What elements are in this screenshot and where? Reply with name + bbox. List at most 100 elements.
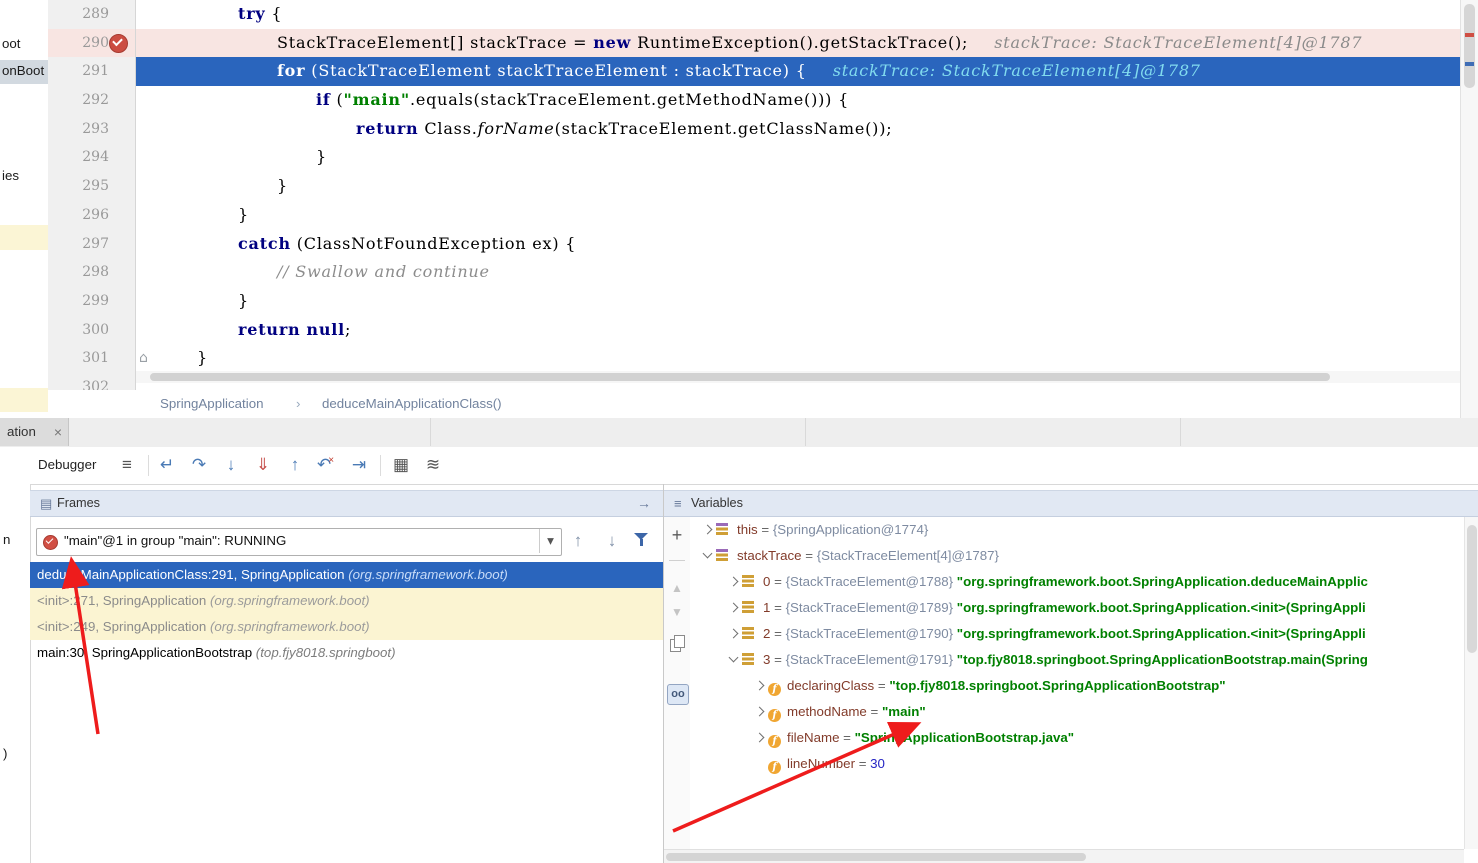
line-number[interactable]: 293	[48, 115, 135, 144]
variable-row[interactable]: flineNumber = 30	[690, 751, 1464, 777]
code-line[interactable]: // Swallow and continue	[136, 258, 1460, 287]
run-to-cursor-icon[interactable]: ⇥	[348, 447, 370, 483]
code-line[interactable]: for (StackTraceElement stackTraceElement…	[136, 57, 1460, 86]
variables-vscrollbar[interactable]	[1464, 517, 1478, 849]
variable-row[interactable]: 1 = {StackTraceElement@1789} "org.spring…	[690, 595, 1464, 621]
view-options-icon[interactable]: ≡	[116, 447, 138, 483]
thread-selector[interactable]: "main"@1 in group "main": RUNNING ▾	[36, 528, 562, 556]
editor-hscrollbar[interactable]	[136, 371, 1460, 383]
variable-row[interactable]: ffileName = "SpringApplicationBootstrap.…	[690, 725, 1464, 751]
force-step-into-icon[interactable]: ⇓	[252, 447, 274, 483]
bottom-hscrollbar-thumb[interactable]	[666, 853, 1086, 861]
editor-hscrollbar-thumb[interactable]	[150, 373, 1330, 381]
next-frame-icon[interactable]: ↓	[600, 528, 624, 554]
line-number[interactable]: 301	[48, 344, 135, 373]
code-area[interactable]: try {StackTraceElement[] stackTrace = ne…	[136, 0, 1460, 373]
code-line[interactable]: StackTraceElement[] stackTrace = new Run…	[136, 29, 1460, 58]
variable-number-value: 30	[870, 756, 885, 771]
toolwindow-label-fragment[interactable]: n	[3, 532, 10, 547]
line-number[interactable]: 292	[48, 86, 135, 115]
line-number[interactable]: 299	[48, 287, 135, 316]
chevron-collapsed-icon[interactable]	[750, 673, 768, 699]
variable-row[interactable]: stackTrace = {StackTraceElement[4]@1787}	[690, 543, 1464, 569]
debug-tab[interactable]: ation ×	[0, 418, 69, 446]
variable-row[interactable]: 0 = {StackTraceElement@1788} "org.spring…	[690, 569, 1464, 595]
variable-row[interactable]: 3 = {StackTraceElement@1791} "top.fjy801…	[690, 647, 1464, 673]
code-line[interactable]: ⌂}	[136, 344, 1460, 373]
chevron-collapsed-icon[interactable]	[698, 517, 716, 543]
step-out-icon[interactable]: ↑	[284, 447, 306, 483]
code-line[interactable]: return null;	[136, 316, 1460, 345]
line-number[interactable]: 302	[48, 373, 135, 390]
frame-row[interactable]: main:30, SpringApplicationBootstrap (top…	[30, 640, 663, 666]
code-line[interactable]: }	[136, 143, 1460, 172]
frame-row[interactable]: <init>:249, SpringApplication (org.sprin…	[30, 614, 663, 640]
chevron-collapsed-icon[interactable]	[724, 595, 742, 621]
variable-row[interactable]: fdeclaringClass = "top.fjy8018.springboo…	[690, 673, 1464, 699]
execution-stripe-marker[interactable]	[1465, 62, 1474, 66]
project-tree-item[interactable]: oot	[2, 36, 21, 51]
move-watch-down-icon[interactable]: ▼	[664, 605, 690, 619]
project-sliver: oot onBoot ies	[0, 0, 49, 418]
step-over-icon[interactable]: ↷	[188, 447, 210, 483]
code-line[interactable]: try {	[136, 0, 1460, 29]
variable-row[interactable]: fmethodName = "main"	[690, 699, 1464, 725]
breakpoint-icon[interactable]	[109, 34, 128, 53]
drop-frame-icon[interactable]: ↶	[316, 447, 338, 483]
variable-row[interactable]: 2 = {StackTraceElement@1790} "org.spring…	[690, 621, 1464, 647]
line-number[interactable]: 290	[48, 29, 135, 58]
editor-vscrollbar[interactable]	[1460, 0, 1478, 418]
hide-library-frames-icon[interactable]	[634, 533, 648, 548]
project-tree-item[interactable]: ies	[2, 168, 19, 183]
fold-marker-icon[interactable]: ⌂	[139, 344, 148, 373]
breadcrumb-item-class[interactable]: SpringApplication	[160, 390, 264, 417]
chevron-expanded-icon[interactable]	[724, 647, 742, 673]
chevron-collapsed-icon[interactable]	[724, 569, 742, 595]
breakpoint-stripe-marker[interactable]	[1465, 33, 1474, 37]
frame-row[interactable]: deduceMainApplicationClass:291, SpringAp…	[30, 562, 663, 588]
restore-layout-icon[interactable]: →	[637, 491, 651, 516]
copy-icon[interactable]	[670, 639, 681, 652]
chevron-collapsed-icon[interactable]	[750, 699, 768, 725]
line-number[interactable]: 295	[48, 172, 135, 201]
editor-vscrollbar-thumb[interactable]	[1464, 4, 1475, 88]
variable-name: lineNumber	[787, 756, 855, 771]
chevron-collapsed-icon[interactable]	[750, 725, 768, 751]
variable-name: this	[737, 522, 758, 537]
combo-arrow-icon[interactable]: ▾	[539, 529, 561, 553]
evaluate-expression-icon[interactable]: ▦	[390, 447, 412, 483]
variables-vscrollbar-thumb[interactable]	[1467, 525, 1477, 653]
code-line[interactable]: }	[136, 172, 1460, 201]
frame-row[interactable]: <init>:271, SpringApplication (org.sprin…	[30, 588, 663, 614]
code-line[interactable]: }	[136, 287, 1460, 316]
breadcrumb-item-method[interactable]: deduceMainApplicationClass()	[322, 390, 502, 417]
line-number[interactable]: 298	[48, 258, 135, 287]
line-number[interactable]: 289	[48, 0, 135, 29]
line-number[interactable]: 296	[48, 201, 135, 230]
variable-string-value: "main"	[882, 704, 926, 719]
step-into-icon[interactable]: ↓	[220, 447, 242, 483]
gutter[interactable]: 2892902912922932942952962972982993003013…	[48, 0, 136, 390]
line-number[interactable]: 291	[48, 57, 135, 86]
code-line[interactable]: return Class.forName(stackTraceElement.g…	[136, 115, 1460, 144]
line-number[interactable]: 294	[48, 143, 135, 172]
variable-row[interactable]: this = {SpringApplication@1774}	[690, 517, 1464, 543]
previous-frame-icon[interactable]: ↑	[566, 528, 590, 554]
trace-settings-icon[interactable]: ≋	[422, 447, 444, 483]
bottom-hscrollbar[interactable]	[664, 849, 1464, 863]
debugger-tab-label[interactable]: Debugger	[38, 447, 96, 483]
move-watch-up-icon[interactable]: ▲	[664, 581, 690, 595]
project-tree-item[interactable]: onBoot	[2, 63, 44, 78]
show-execution-point-icon[interactable]: ↵	[156, 447, 178, 483]
line-number[interactable]: 297	[48, 230, 135, 259]
add-watch-icon[interactable]: +	[664, 525, 690, 546]
toolwindow-label-fragment[interactable]: )	[3, 746, 7, 761]
line-number[interactable]: 300	[48, 316, 135, 345]
chevron-expanded-icon[interactable]	[698, 543, 716, 569]
chevron-collapsed-icon[interactable]	[724, 621, 742, 647]
code-line[interactable]: catch (ClassNotFoundException ex) {	[136, 230, 1460, 259]
tab-close-icon[interactable]: ×	[54, 418, 62, 446]
code-line[interactable]: if ("main".equals(stackTraceElement.getM…	[136, 86, 1460, 115]
code-line[interactable]: }	[136, 201, 1460, 230]
show-watches-toggle[interactable]: oo	[667, 684, 689, 705]
